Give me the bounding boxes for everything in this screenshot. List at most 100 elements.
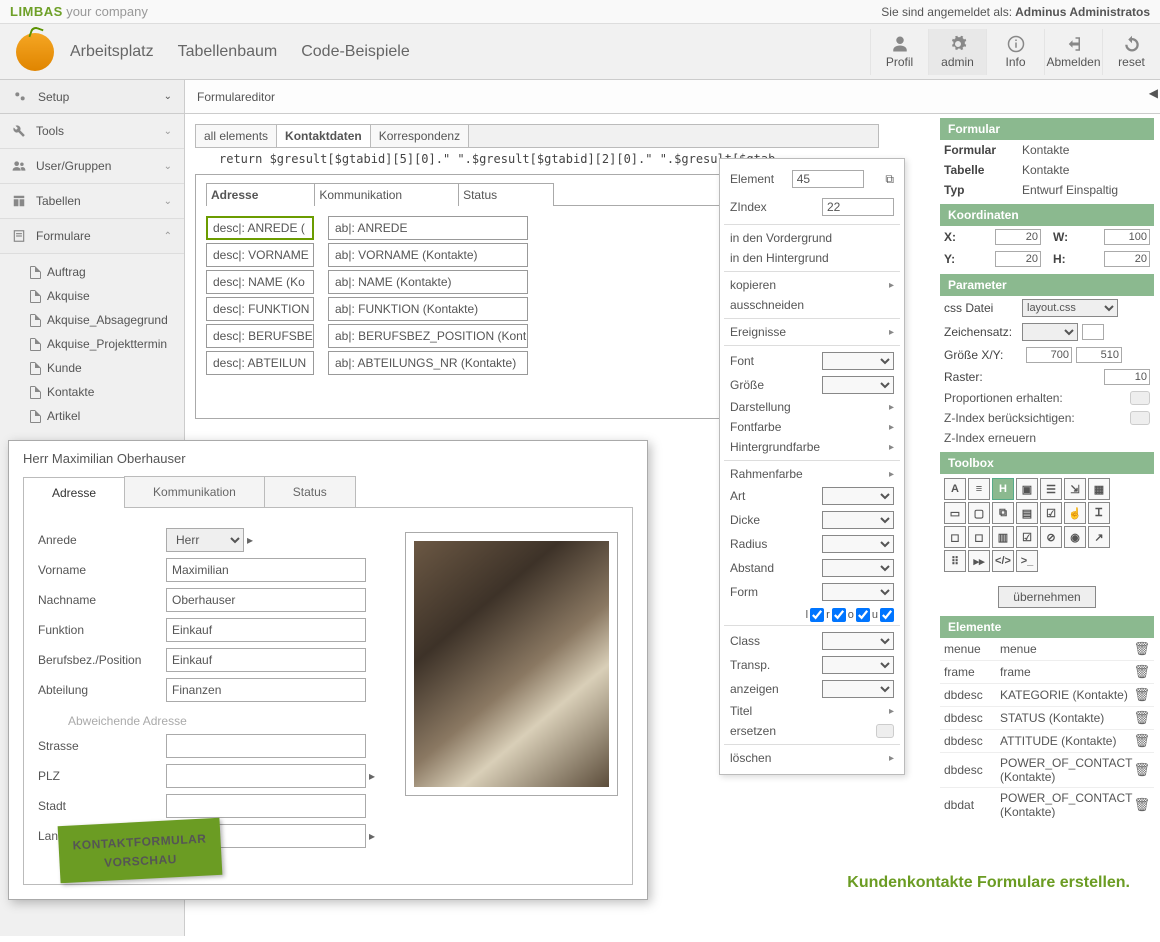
tool-box1[interactable]: ◻ xyxy=(944,526,966,548)
form-kunde[interactable]: Kunde xyxy=(26,356,184,380)
ctx-gap-select[interactable] xyxy=(822,559,894,577)
size-y-input[interactable] xyxy=(1076,347,1122,363)
form-akquise-absagegrund[interactable]: Akquise_Absagegrund xyxy=(26,308,184,332)
ctx-class-select[interactable] xyxy=(822,632,894,650)
cb-u[interactable] xyxy=(880,608,894,622)
ctx-title[interactable]: Titel▸ xyxy=(730,701,894,721)
coord-x-input[interactable] xyxy=(995,229,1041,245)
sidebar-item-user-gruppen[interactable]: User/Gruppen⌄ xyxy=(0,149,184,184)
element-row[interactable]: dbdatPOWER_OF_CONTACT (Kontakte)🗑 xyxy=(940,788,1154,818)
tool-terminal[interactable]: >_ xyxy=(1016,550,1038,572)
ptab-kommunikation[interactable]: Kommunikation xyxy=(124,476,265,507)
cb-r[interactable] xyxy=(832,608,846,622)
tool-pointer[interactable]: ☝ xyxy=(1064,502,1086,524)
berufsbez-input[interactable] xyxy=(166,648,366,672)
cb-l[interactable] xyxy=(810,608,824,622)
tool-skip[interactable]: ▸▸ xyxy=(968,550,990,572)
tool-heading[interactable]: H xyxy=(992,478,1014,500)
ctx-fontcolor[interactable]: Fontfarbe▸ xyxy=(730,417,894,437)
form-kontakte[interactable]: Kontakte xyxy=(26,380,184,404)
tool-chart[interactable]: ↗ xyxy=(1088,526,1110,548)
form-artikel[interactable]: Artikel xyxy=(26,404,184,428)
coord-y-input[interactable] xyxy=(995,251,1041,267)
go-icon[interactable]: ▸ xyxy=(247,533,253,547)
etab-status[interactable]: Status xyxy=(458,183,554,206)
raster-input[interactable] xyxy=(1104,369,1150,385)
tool-code[interactable]: </> xyxy=(992,550,1014,572)
tool-checkbox[interactable]: ☑ xyxy=(1040,502,1062,524)
field-desc-berufsbez[interactable]: desc|: BERUFSBE xyxy=(206,324,314,348)
ctx-art-select[interactable] xyxy=(822,487,894,505)
form-auftrag[interactable]: Auftrag xyxy=(26,260,184,284)
form-akquise[interactable]: Akquise xyxy=(26,284,184,308)
element-row[interactable]: dbdescSTATUS (Kontakte)🗑 xyxy=(940,707,1154,730)
ptab-status[interactable]: Status xyxy=(264,476,356,507)
abmelden-button[interactable]: Abmelden xyxy=(1044,29,1102,75)
tab-korrespondenz[interactable]: Korrespondenz xyxy=(371,125,469,147)
sidebar-head-setup[interactable]: Setup ⌄ xyxy=(0,80,185,113)
funktion-input[interactable] xyxy=(166,618,366,642)
reset-button[interactable]: reset xyxy=(1102,29,1160,75)
coord-h-input[interactable] xyxy=(1104,251,1150,267)
field-ab-berufsbez[interactable]: ab|: BERUFSBEZ_POSITION (Kont xyxy=(328,324,528,348)
field-desc-vorname[interactable]: desc|: VORNAME xyxy=(206,243,314,267)
tool-folder[interactable]: ▢ xyxy=(968,502,990,524)
ctx-cut[interactable]: ausschneiden xyxy=(730,295,894,315)
tool-stop[interactable]: ⊘ xyxy=(1040,526,1062,548)
ctx-show-select[interactable] xyxy=(822,680,894,698)
tool-check2[interactable]: ☑ xyxy=(1016,526,1038,548)
field-ab-anrede[interactable]: ab|: ANREDE xyxy=(328,216,528,240)
tool-dots[interactable]: ⠿ xyxy=(944,550,966,572)
ctx-display[interactable]: Darstellung▸ xyxy=(730,397,894,417)
profil-button[interactable]: Profil xyxy=(870,29,928,75)
ptab-adresse[interactable]: Adresse xyxy=(23,477,125,508)
tool-list[interactable]: ☰ xyxy=(1040,478,1062,500)
ctx-bordercolor[interactable]: Rahmenfarbe▸ xyxy=(730,464,894,484)
tool-text[interactable]: A xyxy=(944,478,966,500)
ctx-radius-select[interactable] xyxy=(822,535,894,553)
tool-calendar[interactable]: ▦ xyxy=(1088,478,1110,500)
abteilung-input[interactable] xyxy=(166,678,366,702)
ctx-background[interactable]: in den Hintergrund xyxy=(730,248,894,268)
tool-db[interactable]: ≡ xyxy=(968,478,990,500)
anrede-select[interactable]: Herr xyxy=(166,528,244,552)
charset-select[interactable] xyxy=(1022,323,1078,341)
ctx-bgcolor[interactable]: Hintergrundfarbe▸ xyxy=(730,437,894,457)
ctx-copy[interactable]: kopieren▸ xyxy=(730,275,894,295)
stadt-input[interactable] xyxy=(166,794,366,818)
size-x-input[interactable] xyxy=(1026,347,1072,363)
element-row[interactable]: menuemenue🗑 xyxy=(940,638,1154,661)
field-ab-vorname[interactable]: ab|: VORNAME (Kontakte) xyxy=(328,243,528,267)
coord-w-input[interactable] xyxy=(1104,229,1150,245)
element-row[interactable]: frameframe🗑 xyxy=(940,661,1154,684)
ctx-delete[interactable]: löschen▸ xyxy=(730,748,894,768)
cb-o[interactable] xyxy=(856,608,870,622)
tool-grid[interactable]: ▤ xyxy=(1016,502,1038,524)
ctx-zindex-input[interactable] xyxy=(822,198,894,216)
popout-icon[interactable]: ⧉ xyxy=(885,172,894,187)
ctx-size-select[interactable] xyxy=(822,376,894,394)
tool-rect[interactable]: ▭ xyxy=(944,502,966,524)
tool-group[interactable]: ⧉ xyxy=(992,502,1014,524)
tab-all-elements[interactable]: all elements xyxy=(196,125,277,147)
field-desc-abteilung[interactable]: desc|: ABTEILUN xyxy=(206,351,314,375)
field-desc-name[interactable]: desc|: NAME (Ko xyxy=(206,270,314,294)
ctx-form-select[interactable] xyxy=(822,583,894,601)
info-button[interactable]: Info xyxy=(986,29,1044,75)
field-ab-funktion[interactable]: ab|: FUNKTION (Kontakte) xyxy=(328,297,528,321)
css-file-select[interactable]: layout.css xyxy=(1022,299,1118,317)
nachname-input[interactable] xyxy=(166,588,366,612)
tool-link[interactable]: ⇲ xyxy=(1064,478,1086,500)
vorname-input[interactable] xyxy=(166,558,366,582)
sidebar-item-tools[interactable]: Tools⌄ xyxy=(0,114,184,149)
tool-eye[interactable]: ◉ xyxy=(1064,526,1086,548)
strasse-input[interactable] xyxy=(166,734,366,758)
field-ab-abteilung[interactable]: ab|: ABTEILUNGS_NR (Kontakte) xyxy=(328,351,528,375)
field-ab-name[interactable]: ab|: NAME (Kontakte) xyxy=(328,270,528,294)
proportions-toggle[interactable] xyxy=(1130,391,1150,405)
nav-code-beispiele[interactable]: Code-Beispiele xyxy=(301,43,410,61)
element-row[interactable]: dbdescKATEGORIE (Kontakte)🗑 xyxy=(940,684,1154,707)
etab-kommunikation[interactable]: Kommunikation xyxy=(314,183,459,206)
etab-adresse[interactable]: Adresse xyxy=(206,183,315,206)
plz-input[interactable] xyxy=(166,764,366,788)
